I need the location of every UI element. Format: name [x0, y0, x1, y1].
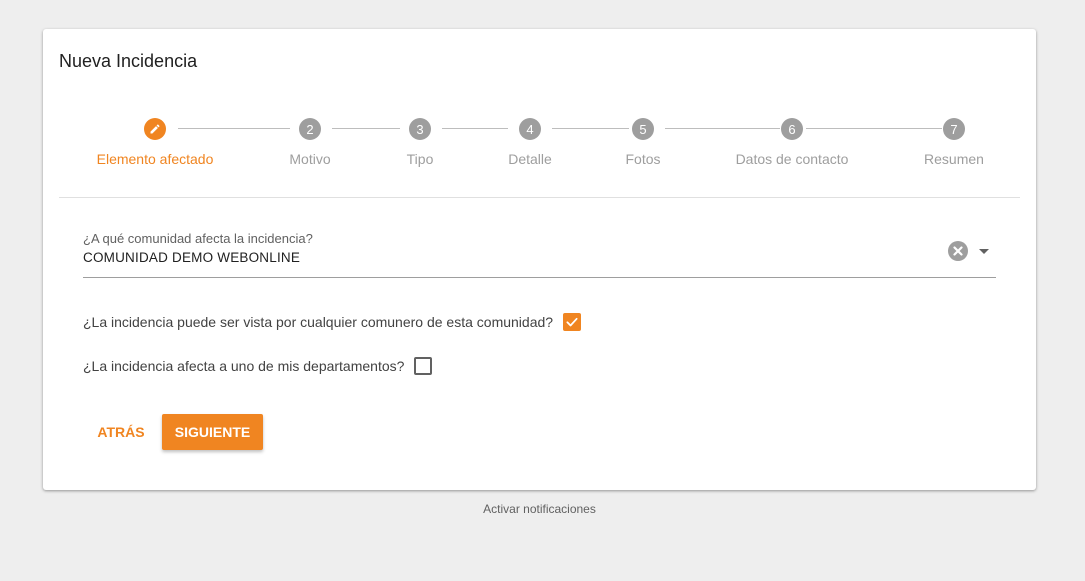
next-button[interactable]: SIGUIENTE [162, 414, 263, 450]
affects-department-checkbox[interactable] [414, 357, 433, 375]
visible-to-all-row: ¿La incidencia puede ser vista por cualq… [83, 313, 582, 331]
step-connector [332, 128, 400, 129]
dropdown-arrow-icon[interactable] [979, 249, 989, 254]
community-select-label: ¿A qué comunidad afecta la incidencia? [83, 231, 313, 246]
community-select-value[interactable]: COMUNIDAD DEMO WEBONLINE [83, 250, 300, 265]
check-icon [565, 315, 579, 329]
visible-to-all-label: ¿La incidencia puede ser vista por cualq… [83, 314, 554, 330]
step-connector [178, 128, 290, 129]
stepper-divider [59, 197, 1020, 198]
step-connector [442, 128, 508, 129]
step-connector [665, 128, 780, 129]
affects-department-row: ¿La incidencia afecta a uno de mis depar… [83, 357, 433, 375]
step-number: 2 [299, 118, 321, 140]
step-label: Fotos [625, 151, 661, 167]
step-label: Resumen [924, 151, 984, 167]
step-number: 4 [519, 118, 541, 140]
step-label: Elemento afectado [96, 151, 214, 167]
step-number: 7 [943, 118, 965, 140]
step-number: 6 [781, 118, 803, 140]
step-connector [806, 128, 942, 129]
clear-icon[interactable] [948, 241, 968, 261]
new-incident-card: Nueva Incidencia Elemento afectado 2 Mot… [43, 29, 1036, 490]
step-circle [144, 118, 166, 140]
back-button[interactable]: ATRÁS [87, 414, 155, 450]
visible-to-all-checkbox[interactable] [563, 313, 582, 331]
pencil-icon [149, 123, 161, 135]
community-select[interactable]: ¿A qué comunidad afecta la incidencia? C… [83, 231, 996, 278]
stepper: Elemento afectado 2 Motivo 3 Tipo 4 Deta… [43, 29, 1036, 197]
activate-notifications-link[interactable]: Activar notificaciones [0, 502, 1079, 516]
step-number: 3 [409, 118, 431, 140]
step-label: Datos de contacto [735, 151, 849, 167]
affects-department-label: ¿La incidencia afecta a uno de mis depar… [83, 358, 405, 374]
step-number: 5 [632, 118, 654, 140]
step-connector [552, 128, 629, 129]
